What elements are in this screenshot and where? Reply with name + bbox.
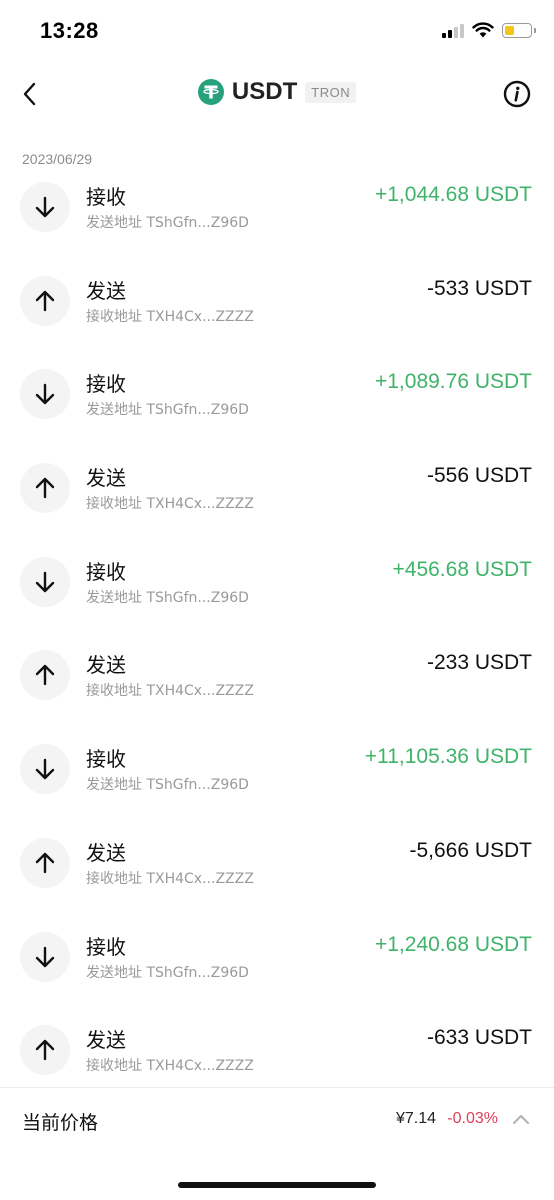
- transaction-address: 发送地址 TShGfn...Z96D: [86, 215, 249, 231]
- undefined: [20, 931, 70, 982]
- undefined: [20, 650, 70, 701]
- price-bar[interactable]: 当前价格 ¥7.14 -0.03%: [0, 1087, 554, 1152]
- transaction-address: 接收地址 TXH4Cx...ZZZZ: [86, 496, 254, 513]
- transaction-address: 接收地址 TXH4Cx...ZZZZ: [86, 870, 254, 887]
- price-label: 当前价格: [22, 1112, 99, 1134]
- transaction-type: 接收: [86, 372, 126, 397]
- transaction-amount: +456.68 USDT: [392, 557, 533, 581]
- transaction-row[interactable]: 发送接收地址 TXH4Cx...ZZZZ -533 USDT: [0, 257, 554, 351]
- battery-icon: [502, 22, 536, 38]
- transaction-address: 发送地址 TShGfn...Z96D: [86, 777, 249, 794]
- transaction-address: 接收地址 TXH4Cx...ZZZZ: [86, 683, 254, 700]
- transaction-amount: +11,105.36 USDT: [364, 745, 532, 769]
- transaction-row[interactable]: 发送接收地址 TXH4Cx...ZZZZ -556 USDT: [0, 444, 554, 538]
- info-button[interactable]: [502, 79, 532, 109]
- transaction-amount: +1,044.68 USDT: [374, 183, 532, 206]
- transaction-type: 发送: [86, 466, 126, 491]
- transaction-amount: -233 USDT: [426, 651, 532, 675]
- tether-logo-icon: [197, 79, 224, 105]
- chevron-up-icon[interactable]: [512, 1112, 530, 1126]
- transaction-type: 发送: [86, 278, 126, 303]
- price-value: ¥7.14: [395, 1110, 436, 1127]
- transaction-amount: -533 USDT: [426, 276, 532, 300]
- status-time: 13:28: [40, 18, 99, 43]
- undefined: [20, 837, 70, 888]
- undefined: [20, 744, 70, 795]
- transaction-amount: +1,240.68 USDT: [374, 932, 532, 956]
- transaction-type: 接收: [86, 559, 126, 584]
- transaction-row[interactable]: 接收发送地址 TShGfn...Z96D +1,089.76 USDT: [0, 350, 554, 444]
- undefined: [20, 275, 70, 326]
- transaction-row[interactable]: 发送接收地址 TXH4Cx...ZZZZ -633 USDT: [0, 1006, 554, 1100]
- wifi-icon: [472, 22, 494, 38]
- transaction-type: 发送: [86, 1028, 126, 1053]
- screen: 13:28 USDT TRON 2023/06/29 接收 发送地址 TShGf…: [0, 0, 554, 1200]
- transaction-row[interactable]: 接收发送地址 TShGfn...Z96D +1,240.68 USDT: [0, 913, 554, 1007]
- transaction-address: 发送地址 TShGfn...Z96D: [86, 589, 249, 606]
- status-bar: 13:28: [0, 0, 554, 66]
- transaction-amount: -633 USDT: [426, 1026, 532, 1050]
- transaction-row[interactable]: 接收发送地址 TShGfn...Z96D +456.68 USDT: [0, 538, 554, 632]
- undefined: [20, 463, 70, 514]
- undefined: [20, 556, 70, 607]
- cellular-signal-icon: [442, 22, 464, 38]
- transaction-row[interactable]: 发送接收地址 TXH4Cx...ZZZZ -233 USDT: [0, 631, 554, 725]
- transaction-address: 发送地址 TShGfn...Z96D: [86, 402, 249, 419]
- status-icons: [442, 22, 536, 38]
- transaction-type: 发送: [86, 653, 126, 678]
- undefined: [20, 369, 70, 420]
- undefined: [20, 1025, 70, 1076]
- transaction-address: 发送地址 TShGfn...Z96D: [86, 964, 249, 981]
- transaction-amount: -556 USDT: [426, 464, 532, 488]
- transaction-type: 接收: [86, 185, 126, 209]
- transaction-type: 发送: [86, 840, 126, 865]
- home-indicator: [178, 1182, 376, 1188]
- transaction-type: 接收: [86, 934, 126, 959]
- transaction-list: 接收 发送地址 TShGfn...Z96D +1,044.68 USDT 发送 接收地址…: [0, 163, 554, 1100]
- transaction-address: 接收地址 TXH4Cx...ZZZZ: [86, 308, 254, 325]
- undefined: [20, 182, 70, 232]
- info-icon: [503, 80, 531, 108]
- transaction-amount: -5,666 USDT: [409, 838, 532, 862]
- nav-bar: USDT TRON: [0, 66, 554, 122]
- transaction-row[interactable]: 接收发送地址 TShGfn...Z96D +11,105.36 USDT: [0, 725, 554, 819]
- transaction-row[interactable]: 接收发送地址 TShGfn...Z96D +1,044.68 USDT: [0, 163, 554, 257]
- transaction-amount: +1,089.76 USDT: [374, 370, 532, 394]
- transaction-type: 接收: [86, 747, 126, 772]
- page-title: USDT: [231, 78, 298, 105]
- price-change: -0.03%: [447, 1110, 498, 1127]
- network-badge: TRON: [305, 81, 357, 103]
- transaction-row[interactable]: 发送接收地址 TXH4Cx...ZZZZ -5,666 USDT: [0, 819, 554, 913]
- transaction-address: 接收地址 TXH4Cx...ZZZZ: [86, 1058, 254, 1075]
- nav-title-group: USDT TRON: [0, 78, 554, 106]
